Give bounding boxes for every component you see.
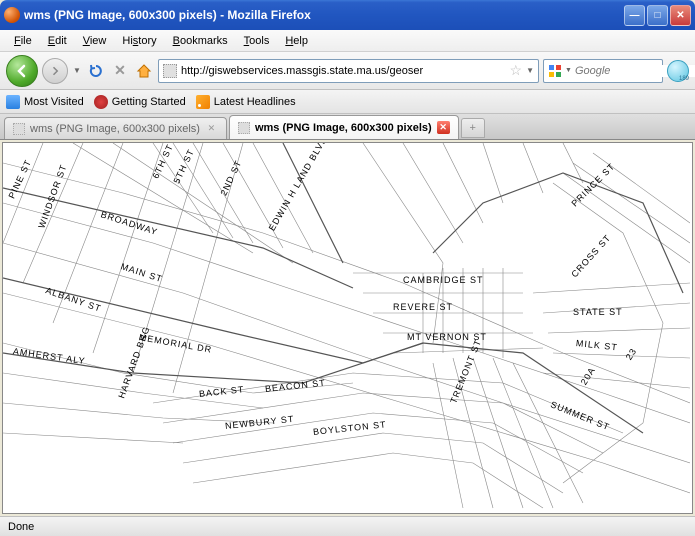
google-icon: [548, 64, 562, 78]
page-icon: [94, 95, 108, 109]
status-text: Done: [8, 521, 34, 533]
tab-favicon: [238, 122, 250, 134]
map-image: [3, 143, 690, 513]
tab-1[interactable]: wms (PNG Image, 600x300 pixels) ✕: [4, 117, 227, 139]
search-engine-dropdown[interactable]: ▼: [565, 67, 572, 74]
minimize-button[interactable]: —: [624, 5, 645, 26]
url-dropdown-icon[interactable]: ▼: [526, 66, 534, 75]
menu-bar: File Edit View History Bookmarks Tools H…: [0, 30, 695, 52]
street-label: REVERE ST: [393, 302, 453, 312]
rss-icon: [196, 95, 210, 109]
bookmark-star-icon[interactable]: ☆: [510, 62, 523, 79]
reload-button[interactable]: [86, 61, 106, 81]
window-titlebar: wms (PNG Image, 600x300 pixels) - Mozill…: [0, 0, 695, 30]
menu-help[interactable]: Help: [277, 33, 316, 49]
tab-favicon: [13, 123, 25, 135]
url-bar[interactable]: ☆ ▼: [158, 59, 539, 83]
home-button[interactable]: [134, 61, 154, 81]
url-input[interactable]: [181, 65, 506, 77]
bookmarks-toolbar: Most Visited Getting Started Latest Head…: [0, 90, 695, 114]
forward-button[interactable]: [42, 58, 68, 84]
site-favicon: [163, 64, 177, 78]
bookmark-label: Most Visited: [24, 96, 84, 108]
back-arrow-icon: [14, 63, 30, 79]
home-icon: [136, 63, 152, 79]
nav-history-dropdown[interactable]: ▼: [72, 58, 82, 84]
content-area: PINE ST WINDSOR ST BROADWAY 6TH ST 5TH S…: [2, 142, 693, 514]
close-button[interactable]: ✕: [670, 5, 691, 26]
new-tab-button[interactable]: +: [461, 118, 485, 138]
menu-file[interactable]: File: [6, 33, 40, 49]
street-label: STATE ST: [573, 307, 623, 317]
search-bar[interactable]: ▼ 🔍: [543, 59, 663, 83]
extension-button[interactable]: [667, 60, 689, 82]
bookmark-label: Getting Started: [112, 96, 186, 108]
maximize-button[interactable]: □: [647, 5, 668, 26]
bookmark-latest-headlines[interactable]: Latest Headlines: [196, 95, 296, 109]
firefox-icon: [4, 7, 20, 23]
tab-label: wms (PNG Image, 600x300 pixels): [30, 123, 200, 135]
back-button[interactable]: [6, 55, 38, 87]
status-bar: Done: [0, 516, 695, 536]
navigation-toolbar: ▼ ✕ ☆ ▼ ▼ 🔍: [0, 52, 695, 90]
tab-label: wms (PNG Image, 600x300 pixels): [255, 122, 432, 134]
street-label: CAMBRIDGE ST: [403, 275, 484, 285]
tab-2-active[interactable]: wms (PNG Image, 600x300 pixels) ✕: [229, 115, 459, 139]
bookmark-label: Latest Headlines: [214, 96, 296, 108]
bookmark-getting-started[interactable]: Getting Started: [94, 95, 186, 109]
folder-icon: [6, 95, 20, 109]
menu-bookmarks[interactable]: Bookmarks: [165, 33, 236, 49]
menu-view[interactable]: View: [75, 33, 115, 49]
tab-close-icon[interactable]: ✕: [205, 122, 218, 135]
tab-bar: wms (PNG Image, 600x300 pixels) ✕ wms (P…: [0, 114, 695, 140]
tab-close-icon[interactable]: ✕: [437, 121, 450, 134]
bookmark-most-visited[interactable]: Most Visited: [6, 95, 84, 109]
menu-edit[interactable]: Edit: [40, 33, 75, 49]
menu-tools[interactable]: Tools: [236, 33, 278, 49]
stop-button[interactable]: ✕: [110, 61, 130, 81]
forward-arrow-icon: [49, 65, 61, 77]
reload-icon: [88, 63, 104, 79]
window-title: wms (PNG Image, 600x300 pixels) - Mozill…: [24, 8, 624, 22]
menu-history[interactable]: History: [114, 33, 164, 49]
